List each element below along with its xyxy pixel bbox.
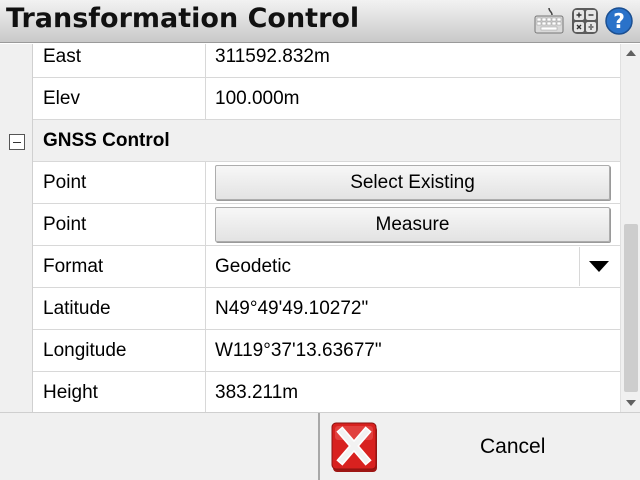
cancel-button[interactable]: Cancel [320, 413, 640, 480]
row-value[interactable]: 100.000m [215, 78, 300, 119]
row-label: East [43, 46, 82, 67]
section-title: GNSS Control [43, 130, 170, 151]
measure-button[interactable]: Measure [215, 207, 610, 242]
row-value[interactable]: 311592.832m [215, 44, 330, 77]
row-label: Latitude [43, 298, 111, 319]
scroll-up-icon[interactable] [626, 50, 636, 56]
format-dropdown-button[interactable] [579, 247, 619, 286]
row-format: Format Geodetic [33, 246, 620, 288]
row-value[interactable]: W119°37'13.63677" [215, 330, 382, 371]
row-label: Point [43, 172, 87, 193]
row-longitude: Longitude W119°37'13.63677" [33, 330, 620, 372]
help-icon[interactable]: ? [604, 6, 634, 36]
row-east: East 311592.832m [33, 44, 620, 78]
format-dropdown[interactable]: Geodetic [215, 246, 291, 287]
vertical-scrollbar[interactable] [620, 44, 640, 412]
row-height: Height 383.211m [33, 372, 620, 412]
cancel-label: Cancel [480, 435, 546, 458]
chevron-down-icon [589, 261, 609, 272]
footer-bar: Cancel [0, 412, 640, 480]
collapse-toggle[interactable] [9, 134, 25, 150]
keyboard-icon[interactable] [534, 6, 564, 36]
scroll-thumb[interactable] [624, 224, 638, 392]
tree-gutter [0, 44, 33, 412]
row-label: Format [43, 256, 104, 277]
section-header-gnss-control[interactable]: GNSS Control [33, 120, 620, 162]
svg-text:?: ? [613, 9, 625, 33]
window-title: Transformation Control [6, 3, 360, 34]
row-latitude: Latitude N49°49'49.10272" [33, 288, 620, 330]
row-point-measure: Point Measure [33, 204, 620, 246]
row-value[interactable]: N49°49'49.10272" [215, 288, 368, 329]
scroll-down-icon[interactable] [626, 400, 636, 406]
row-value[interactable]: 383.211m [215, 372, 298, 412]
row-label: Longitude [43, 340, 127, 361]
cancel-x-icon [331, 422, 377, 472]
row-point-select: Point Select Existing [33, 162, 620, 204]
row-label: Height [43, 382, 98, 403]
title-bar: Transformation Control ? [0, 0, 640, 43]
row-elev: Elev 100.000m [33, 78, 620, 120]
property-list: East 311592.832m Elev 100.000m GNSS Cont… [0, 44, 620, 412]
row-label: Point [43, 214, 87, 235]
calculator-icon[interactable] [570, 6, 600, 36]
select-existing-button[interactable]: Select Existing [215, 165, 610, 200]
row-label: Elev [43, 88, 80, 109]
